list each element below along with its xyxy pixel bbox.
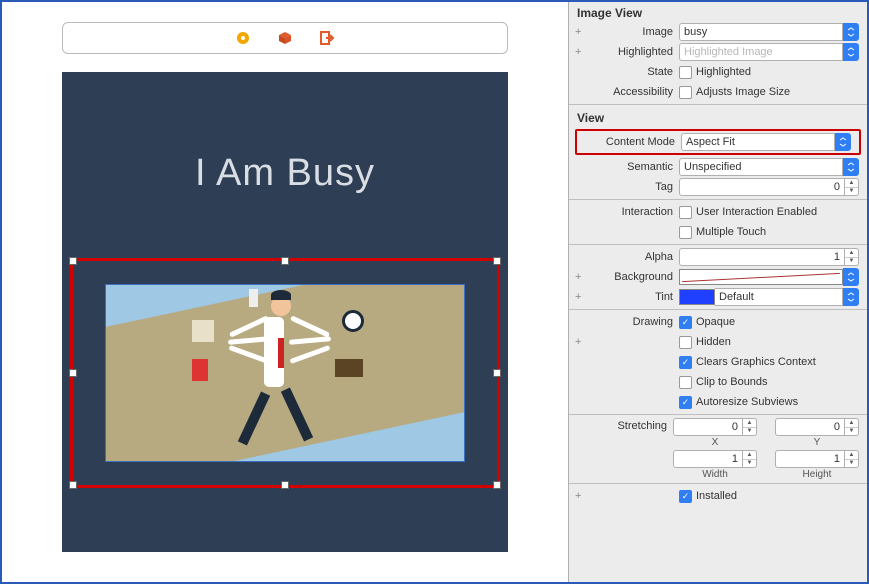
- content-mode-dropdown[interactable]: [835, 133, 851, 151]
- exit-icon[interactable]: [319, 30, 335, 46]
- clip-text: Clip to Bounds: [696, 376, 768, 388]
- row-tag: Tag 0 ▲▼: [569, 177, 867, 197]
- row-alpha: Alpha 1 ▲▼: [569, 247, 867, 267]
- row-stretching: Stretching 0▲▼ X 0▲▼ Y: [569, 417, 867, 449]
- add-icon[interactable]: +: [575, 46, 581, 58]
- stretch-y-stepper[interactable]: ▲▼: [845, 418, 859, 436]
- add-icon[interactable]: +: [575, 490, 581, 502]
- clears-checkbox[interactable]: ✓: [679, 356, 692, 369]
- label-tint: Tint: [589, 291, 679, 303]
- label-state: State: [589, 66, 679, 78]
- row-semantic: Semantic Unspecified: [569, 157, 867, 177]
- row-interaction: Interaction User Interaction Enabled: [569, 202, 867, 222]
- multitouch-text: Multiple Touch: [696, 226, 766, 238]
- label-background: Background: [589, 271, 679, 283]
- hidden-checkbox[interactable]: [679, 336, 692, 349]
- add-icon[interactable]: +: [575, 336, 581, 348]
- label-semantic: Semantic: [589, 161, 679, 173]
- stretch-w-stepper[interactable]: ▲▼: [743, 450, 757, 468]
- label-highlighted: Highlighted: [589, 46, 679, 58]
- background-dropdown[interactable]: [843, 268, 859, 286]
- add-icon[interactable]: +: [575, 26, 581, 38]
- object-library-bar: [62, 22, 508, 54]
- tag-field[interactable]: 0: [679, 178, 845, 196]
- semantic-dropdown[interactable]: [843, 158, 859, 176]
- row-background: + Background: [569, 267, 867, 287]
- content-mode-highlight: Content Mode Aspect Fit: [575, 129, 861, 155]
- alpha-stepper[interactable]: ▲▼: [845, 248, 859, 266]
- device-canvas[interactable]: I Am Busy: [62, 72, 508, 552]
- background-swatch[interactable]: [679, 269, 843, 285]
- autoresize-text: Autoresize Subviews: [696, 396, 798, 408]
- section-image-view: Image View: [569, 2, 867, 22]
- image-dropdown[interactable]: [843, 23, 859, 41]
- opaque-checkbox[interactable]: ✓: [679, 316, 692, 329]
- clears-text: Clears Graphics Context: [696, 356, 816, 368]
- add-icon[interactable]: +: [575, 291, 581, 303]
- accessibility-checkbox[interactable]: [679, 86, 692, 99]
- stretch-y-label: Y: [814, 437, 821, 448]
- coin-icon[interactable]: [235, 30, 251, 46]
- content-mode-select[interactable]: Aspect Fit: [681, 133, 835, 151]
- stretch-x-label: X: [712, 437, 719, 448]
- label-tag: Tag: [589, 181, 679, 193]
- canvas-pane: I Am Busy: [2, 2, 568, 582]
- hidden-text: Hidden: [696, 336, 731, 348]
- row-drawing: Drawing ✓ Opaque: [569, 312, 867, 332]
- tint-swatch[interactable]: [679, 289, 715, 305]
- screen-title-label: I Am Busy: [62, 152, 508, 195]
- cube-icon[interactable]: [277, 30, 293, 46]
- highlighted-dropdown[interactable]: [843, 43, 859, 61]
- tint-select[interactable]: Default: [715, 288, 843, 306]
- label-image: Image: [589, 26, 679, 38]
- installed-text: Installed: [696, 490, 737, 502]
- accessibility-text: Adjusts Image Size: [696, 86, 790, 98]
- state-highlighted-checkbox[interactable]: [679, 66, 692, 79]
- row-accessibility: Accessibility Adjusts Image Size: [569, 82, 867, 102]
- alpha-field[interactable]: 1: [679, 248, 845, 266]
- row-content-mode: Content Mode Aspect Fit: [577, 132, 859, 152]
- selection-highlight: [70, 258, 500, 488]
- row-tint: + Tint Default: [569, 287, 867, 307]
- tint-dropdown[interactable]: [843, 288, 859, 306]
- semantic-select[interactable]: Unspecified: [679, 158, 843, 176]
- clip-checkbox[interactable]: [679, 376, 692, 389]
- autoresize-checkbox[interactable]: ✓: [679, 396, 692, 409]
- stretch-h-stepper[interactable]: ▲▼: [845, 450, 859, 468]
- installed-checkbox[interactable]: ✓: [679, 490, 692, 503]
- highlighted-field[interactable]: Highlighted Image: [679, 43, 843, 61]
- stretch-y-field[interactable]: 0: [775, 418, 845, 436]
- label-alpha: Alpha: [589, 251, 679, 263]
- uie-checkbox[interactable]: [679, 206, 692, 219]
- row-state: State Highlighted: [569, 62, 867, 82]
- add-icon[interactable]: +: [575, 271, 581, 283]
- stretch-w-label: Width: [702, 469, 728, 480]
- attributes-inspector: Image View + Image busy + Highlighted Hi…: [568, 2, 867, 582]
- stretch-x-field[interactable]: 0: [673, 418, 743, 436]
- stretch-x-stepper[interactable]: ▲▼: [743, 418, 757, 436]
- image-field[interactable]: busy: [679, 23, 843, 41]
- label-accessibility: Accessibility: [589, 86, 679, 98]
- multitouch-checkbox[interactable]: [679, 226, 692, 239]
- stretch-h-label: Height: [803, 469, 832, 480]
- row-installed: + ✓ Installed: [569, 486, 867, 506]
- state-highlighted-text: Highlighted: [696, 66, 751, 78]
- label-drawing: Drawing: [589, 316, 679, 328]
- tag-stepper[interactable]: ▲▼: [845, 178, 859, 196]
- opaque-text: Opaque: [696, 316, 735, 328]
- uie-text: User Interaction Enabled: [696, 206, 817, 218]
- stretch-h-field[interactable]: 1: [775, 450, 845, 468]
- label-stretching: Stretching: [589, 418, 673, 432]
- label-interaction: Interaction: [589, 206, 679, 218]
- row-image: + Image busy: [569, 22, 867, 42]
- row-highlighted: + Highlighted Highlighted Image: [569, 42, 867, 62]
- section-view: View: [569, 107, 867, 127]
- label-content-mode: Content Mode: [591, 136, 681, 148]
- stretch-w-field[interactable]: 1: [673, 450, 743, 468]
